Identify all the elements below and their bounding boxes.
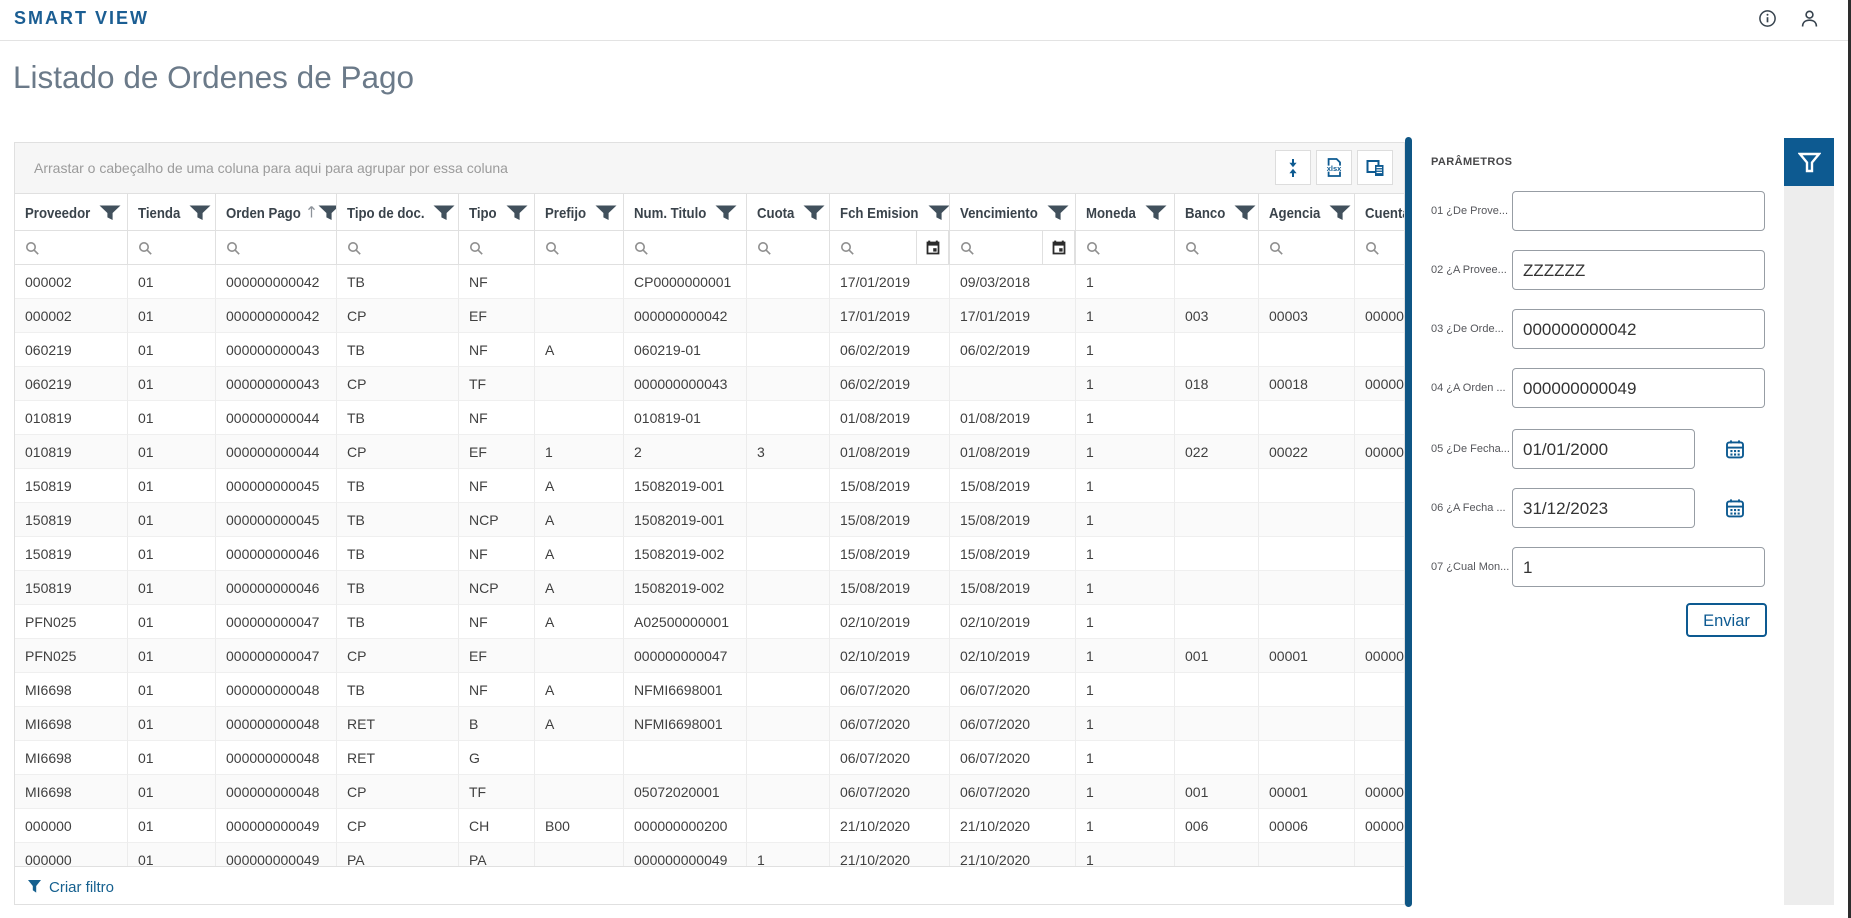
svg-text:xlsx: xlsx xyxy=(1327,164,1342,173)
